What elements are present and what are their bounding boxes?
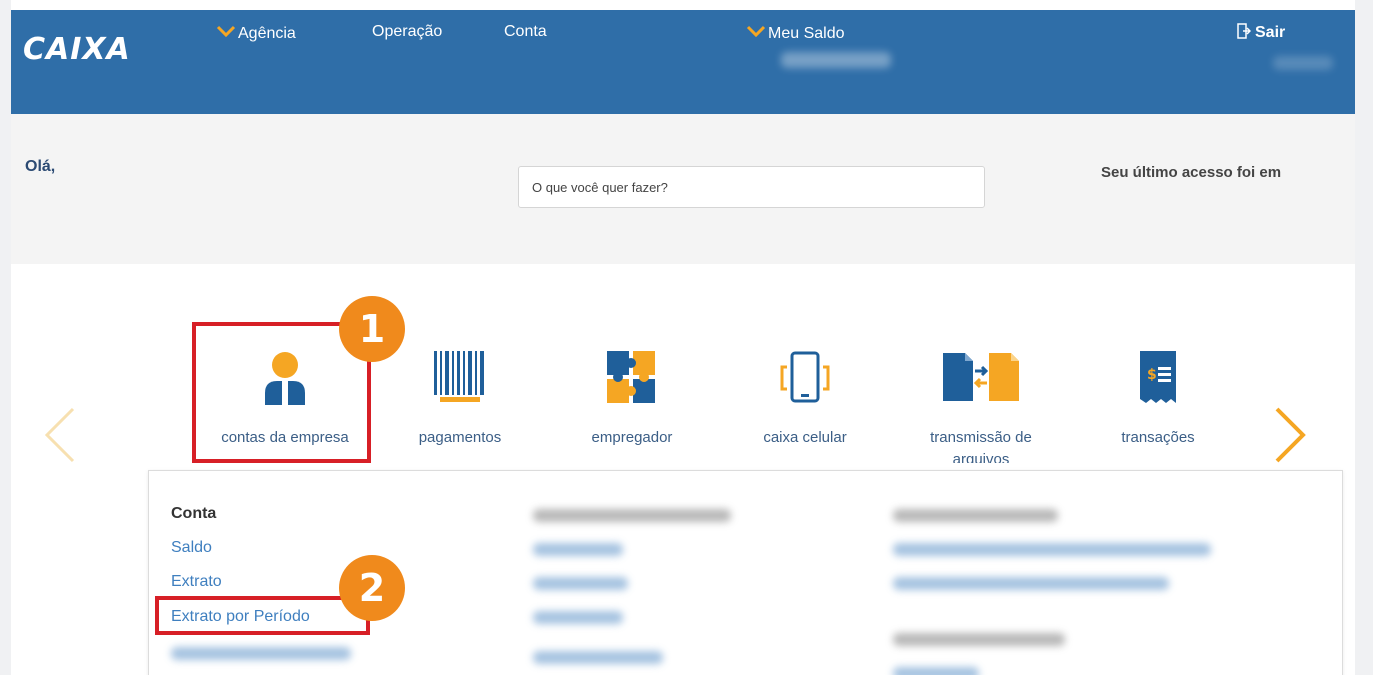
menu-link-redacted[interactable] xyxy=(533,577,628,590)
mobile-icon xyxy=(780,351,830,403)
menu-link-redacted[interactable] xyxy=(893,543,1211,556)
nav-conta-label: Conta xyxy=(504,23,547,40)
logout-button[interactable]: Sair xyxy=(1237,23,1285,42)
puzzle-icon xyxy=(607,351,655,403)
chevron-down-icon xyxy=(216,25,236,38)
step-badge-2: 2 xyxy=(339,555,405,621)
menu-link-redacted[interactable] xyxy=(893,667,979,675)
user-info-redacted xyxy=(1273,56,1333,70)
category-caixa-celular[interactable]: caixa celular xyxy=(748,345,862,449)
category-label: transações xyxy=(1121,429,1195,446)
category-label: empregador xyxy=(591,429,673,446)
svg-text:$: $ xyxy=(1147,367,1157,383)
menu-link-redacted[interactable] xyxy=(171,647,351,660)
greeting-text: Olá, xyxy=(25,158,56,175)
file-transfer-icon xyxy=(943,353,1019,401)
menu-link-redacted[interactable] xyxy=(533,651,663,664)
category-pagamentos[interactable]: pagamentos xyxy=(403,345,517,449)
logout-icon xyxy=(1237,23,1251,39)
carousel-prev-icon[interactable] xyxy=(41,405,81,465)
highlight-extrato-periodo xyxy=(155,596,370,635)
top-header: CAIXA Agência Operação Conta Meu Saldo S… xyxy=(11,10,1355,114)
caixa-logo[interactable]: CAIXA xyxy=(23,32,131,67)
page-frame: CAIXA Agência Operação Conta Meu Saldo S… xyxy=(11,0,1355,675)
greeting-band: Olá, Seu último acesso foi em xyxy=(11,114,1355,264)
nav-agencia[interactable]: Agência xyxy=(216,23,296,43)
menu-link-redacted[interactable] xyxy=(893,577,1169,590)
last-access-text: Seu último acesso foi em xyxy=(1101,164,1282,181)
nav-operacao-label: Operação xyxy=(372,23,443,40)
menu-section-title-redacted xyxy=(533,509,731,522)
receipt-icon: $ xyxy=(1140,351,1176,403)
nav-conta[interactable]: Conta xyxy=(504,23,547,41)
submenu-panel: Conta Saldo Extrato Extrato por Período xyxy=(148,470,1343,675)
menu-section-title-redacted xyxy=(893,633,1065,646)
meu-saldo-label: Meu Saldo xyxy=(768,25,845,42)
nav-operacao[interactable]: Operação xyxy=(372,23,442,41)
category-label: caixa celular xyxy=(763,429,847,446)
menu-section-title: Conta xyxy=(171,505,217,522)
category-label: pagamentos xyxy=(418,429,502,446)
menu-link-redacted[interactable] xyxy=(533,543,623,556)
chevron-down-icon xyxy=(746,25,766,38)
menu-link-redacted[interactable] xyxy=(533,611,623,624)
logout-label: Sair xyxy=(1255,24,1286,41)
category-empregador[interactable]: empregador xyxy=(575,345,689,449)
category-transmissao-arquivos[interactable]: transmissão de arquivos xyxy=(914,345,1048,463)
menu-link-extrato[interactable]: Extrato xyxy=(171,573,222,591)
category-transacoes[interactable]: $ transações xyxy=(1106,345,1210,449)
meu-saldo-toggle[interactable]: Meu Saldo xyxy=(746,23,845,43)
nav-agencia-label: Agência xyxy=(238,25,296,42)
menu-link-saldo[interactable]: Saldo xyxy=(171,539,212,557)
barcode-icon xyxy=(434,351,484,402)
step-badge-1: 1 xyxy=(339,296,405,362)
menu-section-title-redacted xyxy=(893,509,1058,522)
carousel-next-icon[interactable] xyxy=(1269,405,1309,465)
balance-value-redacted xyxy=(781,52,891,68)
search-input[interactable] xyxy=(518,166,985,208)
category-label: transmissão de arquivos xyxy=(930,429,1032,463)
